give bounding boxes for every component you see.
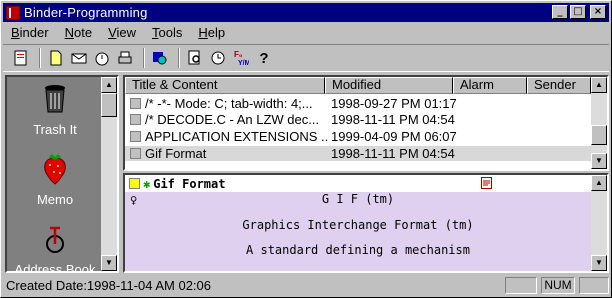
menu-help[interactable]: Help	[190, 23, 233, 42]
list-item[interactable]: APPLICATION EXTENSIONS ... 1999-04-09 PM…	[125, 129, 591, 144]
column-header-alarm[interactable]: Alarm	[453, 77, 527, 94]
column-header-modified[interactable]: Modified	[325, 77, 453, 94]
note-line: G I F (tm)	[321, 192, 395, 206]
note-list: Title & Content Modified Alarm Sender /*…	[123, 75, 609, 171]
scroll-down-button[interactable]: ▼	[101, 255, 117, 271]
sidebar-scrollbar[interactable]: ▲ ▼	[101, 77, 117, 271]
svg-text:Y/M: Y/M	[238, 60, 249, 66]
format-icon[interactable]: F₀ Y/M	[231, 48, 251, 68]
window-title: Binder-Programming	[24, 5, 148, 20]
scroll-down-button[interactable]: ▼	[591, 153, 607, 169]
menu-help-rest: elp	[207, 25, 226, 40]
toolbar: F₀ Y/M ?	[3, 44, 609, 72]
trash-can-icon	[45, 85, 65, 113]
new-note-icon[interactable]	[11, 48, 31, 68]
toolbar-separator	[143, 48, 145, 68]
note-title: /* -*- Mode: C; tab-width: 4;...	[145, 96, 313, 111]
note-color-square[interactable]	[129, 178, 140, 189]
scroll-thumb[interactable]	[591, 125, 607, 145]
close-button[interactable]: ×	[590, 5, 606, 19]
mail-icon[interactable]	[69, 48, 89, 68]
list-item[interactable]: /* DECODE.C - An LZW dec... 1998-11-11 P…	[125, 112, 591, 127]
note-color-square	[130, 131, 141, 142]
note-color-square	[130, 148, 141, 159]
clock-icon[interactable]	[208, 48, 228, 68]
scroll-up-button[interactable]: ▲	[101, 77, 117, 93]
menu-note[interactable]: Note	[57, 23, 100, 42]
toolbar-separator	[178, 48, 180, 68]
menu-tools[interactable]: Tools	[144, 23, 190, 42]
refresh-icon[interactable]	[150, 48, 170, 68]
column-header-sender[interactable]: Sender	[527, 77, 591, 94]
created-date-status: Created Date:1998-11-04 AM 02:06	[6, 278, 212, 293]
print-icon[interactable]	[115, 48, 135, 68]
title-bar[interactable]: Binder-Programming _ □ ×	[3, 3, 609, 22]
menu-tools-rest: ools	[158, 25, 183, 40]
scroll-down-button[interactable]: ▼	[591, 255, 607, 271]
note-modified: 1998-11-11 PM 04:54	[331, 146, 455, 161]
list-scrollbar[interactable]: ▲ ▼	[591, 77, 607, 169]
sidebar-item-trash[interactable]: Trash It	[7, 81, 103, 137]
svg-text:F₀: F₀	[234, 50, 243, 59]
menu-view[interactable]: View	[100, 23, 144, 42]
column-header-title[interactable]: Title & Content	[125, 77, 325, 94]
menu-note-rest: ote	[73, 25, 93, 40]
list-item[interactable]: /* -*- Mode: C; tab-width: 4;... 1998-09…	[125, 96, 591, 111]
sidebar-item-address-book[interactable]: Address Book	[7, 221, 103, 273]
note-modified: 1998-09-27 PM 01:17	[331, 96, 457, 111]
sidebar-item-memo[interactable]: Memo	[7, 151, 103, 207]
bicycle-icon	[46, 226, 64, 253]
note-color-square	[130, 114, 141, 125]
note-scrollbar[interactable]: ▲ ▼	[591, 175, 607, 271]
note-title: Gif Format	[145, 146, 207, 161]
note-editor[interactable]: ✱ Gif Format ♀ G I F (tm) Graphics Inter…	[123, 173, 609, 273]
sidebar-item-label: Address Book	[14, 262, 96, 273]
status-pane-num: NUM	[541, 277, 575, 294]
status-pane-caps	[505, 277, 537, 294]
note-title: APPLICATION EXTENSIONS ...	[145, 129, 329, 144]
note-title: /* DECODE.C - An LZW dec...	[145, 112, 320, 127]
app-icon[interactable]	[6, 5, 20, 20]
note-heading: Gif Format	[153, 176, 226, 191]
list-item-selected[interactable]: Gif Format 1998-11-11 PM 04:54	[125, 146, 591, 161]
star-icon: ✱	[143, 176, 151, 191]
strawberry-icon	[44, 154, 66, 185]
note-line: A standard defining a mechanism	[246, 243, 470, 257]
menu-bar: Binder Note View Tools Help	[3, 23, 233, 42]
menu-view-rest: iew	[116, 25, 137, 40]
maximize-button[interactable]: □	[570, 5, 586, 19]
attachment-icon[interactable]	[481, 177, 492, 192]
timer-icon[interactable]	[92, 48, 112, 68]
note-line: Graphics Interchange Format (tm)	[242, 218, 474, 232]
help-icon[interactable]: ?	[254, 48, 274, 68]
note-modified: 1999-04-09 PM 06:07	[331, 129, 457, 144]
status-bar: Created Date:1998-11-04 AM 02:06 NUM	[3, 276, 609, 295]
note-content[interactable]: ♀ G I F (tm) Graphics Interchange Format…	[125, 192, 591, 271]
note-color-square	[130, 98, 141, 109]
minimize-button[interactable]: _	[552, 5, 568, 19]
sidebar-item-label: Trash It	[33, 122, 77, 137]
scroll-up-button[interactable]: ▲	[591, 77, 607, 93]
menu-binder-rest: inder	[19, 25, 49, 40]
scroll-thumb[interactable]	[101, 93, 117, 117]
category-sidebar: Trash It Memo Address Book ▲ ▼	[5, 75, 119, 273]
note-icon[interactable]	[46, 48, 66, 68]
app-window: Binder-Programming _ □ × Binder Note Vie…	[0, 0, 612, 298]
status-pane-scroll	[579, 277, 609, 294]
menu-binder[interactable]: Binder	[3, 23, 57, 42]
toolbar-separator	[39, 48, 41, 68]
note-modified: 1998-11-11 PM 04:54	[331, 112, 455, 127]
note-title-bar: ✱ Gif Format	[125, 175, 607, 192]
list-header: Title & Content Modified Alarm Sender	[125, 77, 591, 94]
find-icon[interactable]	[185, 48, 205, 68]
sidebar-item-label: Memo	[36, 192, 74, 207]
scroll-up-button[interactable]: ▲	[591, 175, 607, 191]
